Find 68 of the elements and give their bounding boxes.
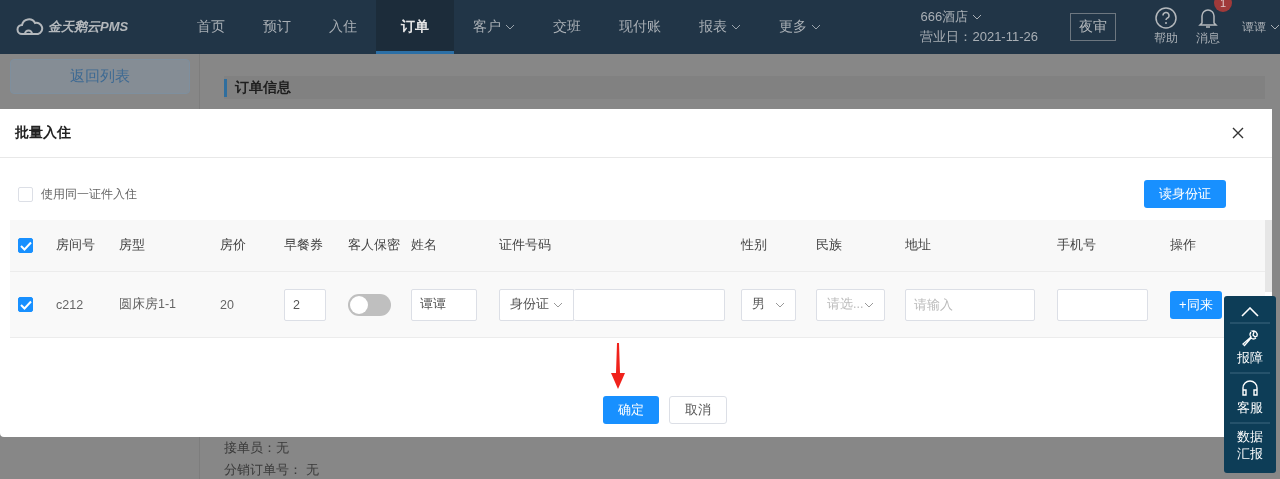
column-header: 房价 bbox=[220, 237, 246, 254]
column-header: 房间号 bbox=[56, 237, 95, 254]
panel-label[interactable]: 报障 bbox=[1237, 350, 1263, 367]
section-title: 订单信息 bbox=[224, 78, 291, 97]
input-field[interactable] bbox=[1057, 288, 1148, 321]
id-number-field[interactable] bbox=[574, 288, 725, 321]
chevron-down-icon bbox=[1270, 24, 1280, 30]
messages-label[interactable]: 消息 bbox=[1196, 30, 1220, 47]
column-header: 房型 bbox=[119, 237, 145, 254]
input-field[interactable]: 谭谭 bbox=[411, 288, 477, 321]
business-day: 营业日：2021-11-26 bbox=[920, 28, 1038, 46]
column-header: 性别 bbox=[741, 237, 767, 254]
checkbox[interactable] bbox=[18, 297, 33, 312]
user-menu[interactable]: 谭谭 bbox=[1242, 18, 1266, 36]
table-cell: 20 bbox=[220, 297, 234, 312]
id-type-select[interactable]: 身份证 bbox=[499, 288, 574, 321]
chevron-down-icon bbox=[553, 301, 563, 308]
read-id-card-button[interactable]: 读身份证 bbox=[1144, 180, 1226, 208]
order-detail-text: 接单员：无 bbox=[224, 439, 289, 457]
checkbox[interactable] bbox=[18, 238, 33, 253]
column-header: 地址 bbox=[905, 237, 931, 254]
column-header: 姓名 bbox=[411, 237, 437, 254]
hotel-selector[interactable]: 666酒店 bbox=[920, 8, 969, 26]
message-count-badge: 1 bbox=[1214, 0, 1232, 12]
toggle-switch[interactable] bbox=[348, 293, 391, 316]
nav-tab[interactable]: 订单 bbox=[376, 0, 454, 54]
bell-icon[interactable] bbox=[1198, 7, 1218, 29]
chevron-down-icon bbox=[972, 14, 983, 20]
chevron-down-icon bbox=[864, 301, 874, 308]
input-field[interactable]: 2 bbox=[284, 288, 326, 321]
select-field[interactable]: 男 bbox=[741, 288, 796, 321]
panel-label[interactable]: 数据汇报 bbox=[1237, 428, 1263, 463]
annotation-arrow bbox=[611, 343, 625, 389]
headset-icon bbox=[1241, 378, 1259, 397]
help-icon[interactable] bbox=[1155, 7, 1177, 29]
column-header: 证件号码 bbox=[499, 237, 551, 254]
close-icon[interactable] bbox=[1232, 127, 1244, 139]
panel-label[interactable]: 客服 bbox=[1237, 399, 1263, 417]
nav-tab[interactable]: 预订 bbox=[244, 0, 310, 54]
logo-text: 金天鹅云PMS bbox=[48, 18, 129, 36]
nav-tab[interactable]: 首页 bbox=[178, 0, 244, 54]
table-cell: 圆床房1-1 bbox=[119, 296, 177, 313]
chevron-down-icon bbox=[775, 301, 785, 308]
column-header: 客人保密 bbox=[348, 237, 400, 254]
column-header: 早餐券 bbox=[284, 237, 323, 254]
nav-tab[interactable]: 入住 bbox=[310, 0, 376, 54]
cloud-icon bbox=[16, 18, 44, 36]
column-header: 手机号 bbox=[1057, 237, 1096, 254]
nav-tab[interactable]: 现付账 bbox=[600, 0, 680, 54]
nav-tab[interactable]: 客户 bbox=[454, 0, 534, 54]
chevron-up-icon[interactable] bbox=[1241, 307, 1259, 317]
input-field[interactable]: 请输入 bbox=[905, 288, 1035, 321]
add-companion-button[interactable]: +同来 bbox=[1170, 290, 1222, 319]
night-audit-button[interactable]: 夜审 bbox=[1070, 13, 1116, 41]
column-header: 民族 bbox=[816, 237, 842, 254]
order-detail-text: 分销订单号： 无 bbox=[224, 461, 319, 479]
nav-tab[interactable]: 交班 bbox=[534, 0, 600, 54]
column-header: 操作 bbox=[1170, 237, 1196, 254]
cancel-button[interactable]: 取消 bbox=[668, 396, 727, 424]
table-cell: c212 bbox=[56, 297, 84, 312]
nav-tab[interactable]: 报表 bbox=[680, 0, 760, 54]
dialog-title: 批量入住 bbox=[15, 124, 71, 142]
wrench-icon bbox=[1241, 329, 1259, 347]
nav-tab[interactable]: 更多 bbox=[760, 0, 840, 54]
help-label[interactable]: 帮助 bbox=[1154, 30, 1178, 47]
scrollbar[interactable] bbox=[1265, 220, 1272, 292]
confirm-button[interactable]: 确定 bbox=[602, 396, 659, 424]
checkbox-label[interactable]: 使用同一证件入住 bbox=[41, 185, 137, 203]
